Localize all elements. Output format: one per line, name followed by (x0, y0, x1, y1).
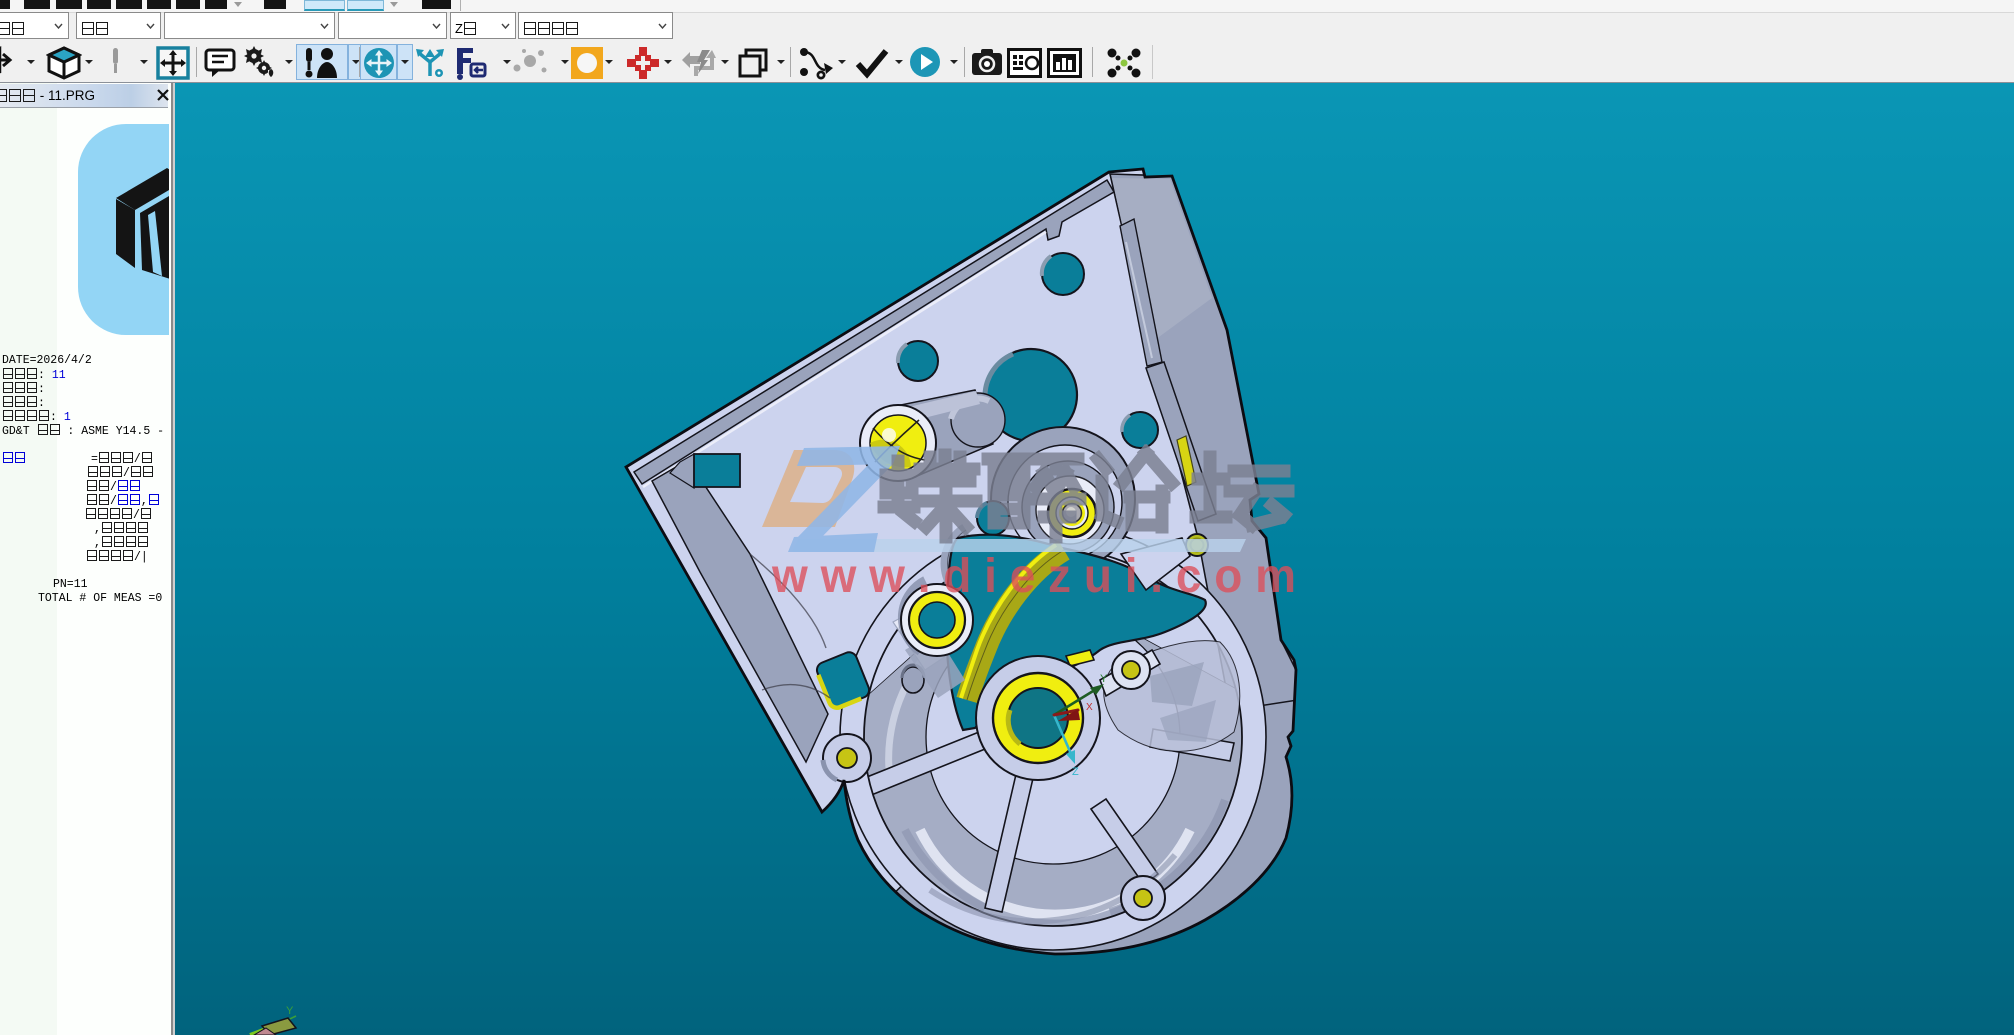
svg-text:X: X (1086, 702, 1093, 713)
svg-text:Y: Y (1100, 673, 1108, 685)
svg-text:Z: Z (1072, 766, 1079, 778)
svg-text:w w w . d i e z u i . c o m: w w w . d i e z u i . c o m (771, 550, 1296, 603)
svg-text:Y: Y (286, 1005, 294, 1017)
